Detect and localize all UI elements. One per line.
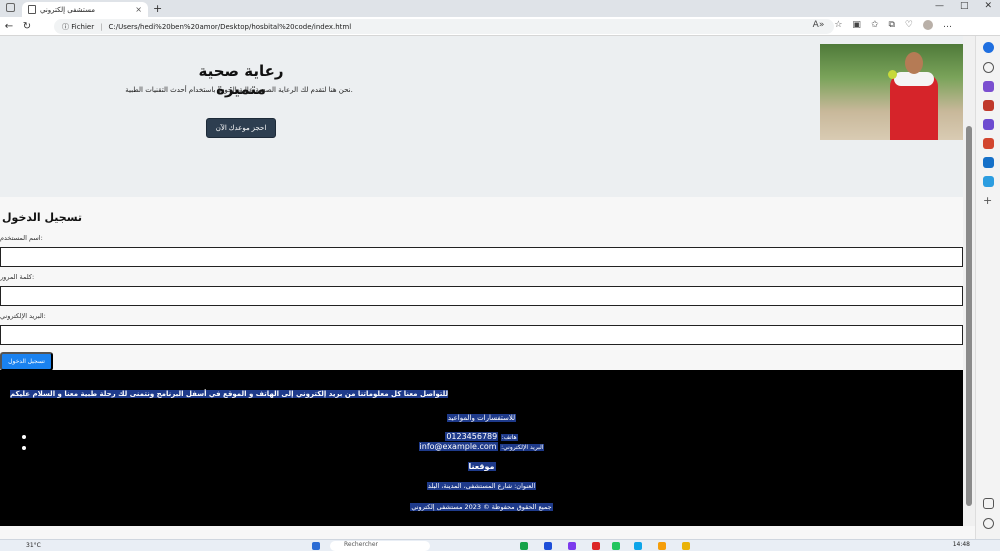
add-icon[interactable]: + [983, 195, 994, 207]
username-input[interactable] [0, 247, 963, 267]
url-field[interactable]: ⓘ Fichier | C:/Users/hedi%20ben%20amor/D… [54, 19, 834, 34]
more-menu-icon[interactable]: … [943, 20, 952, 30]
location-title: موقعنا [467, 462, 496, 471]
phone-value: 0123456789 [445, 432, 499, 441]
email-input[interactable] [0, 325, 963, 345]
tab-actions-icon[interactable] [6, 3, 15, 12]
page-scrollbar[interactable] [963, 36, 975, 526]
avatar[interactable] [923, 20, 933, 30]
url-separator: | [100, 22, 103, 31]
email-label: :البريد الإلكتروني [0, 312, 46, 320]
favorite-star-icon[interactable]: ☆ [834, 20, 842, 30]
footer: للتواصل معنا كل معلوماتنا من بريد إلكترو… [0, 370, 963, 526]
search-icon[interactable] [983, 62, 994, 73]
os-taskbar: 31°C Rechercher 14:48 [0, 539, 1000, 551]
address-row: العنوان: شارع المستشفى، المدينة، البلد [0, 482, 963, 490]
book-appointment-button[interactable]: احجز موعدك الآن [206, 118, 276, 138]
favorites-icon[interactable]: ✩ [871, 20, 879, 30]
sidebar-layout-icon[interactable] [983, 498, 994, 509]
scrollbar-thumb[interactable] [966, 126, 972, 506]
copilot-icon[interactable] [983, 42, 994, 53]
maximize-icon[interactable]: □ [960, 1, 969, 11]
username-label: :اسم المستخدم [0, 234, 43, 242]
info-icon: ⓘ [62, 22, 72, 31]
outlook-icon[interactable] [983, 157, 994, 168]
app-icon[interactable] [592, 542, 600, 550]
ball-shape [888, 70, 897, 79]
shopping-icon[interactable] [983, 81, 994, 92]
tools-icon[interactable] [983, 100, 994, 111]
footer-email-value[interactable]: info@example.com [418, 442, 498, 451]
password-input[interactable] [0, 286, 963, 306]
weather-widget[interactable]: 31°C [26, 542, 41, 549]
password-label: :كلمة المرور [0, 273, 35, 281]
games-icon[interactable] [983, 119, 994, 130]
login-title: تسجيل الدخول [2, 211, 83, 224]
settings-gear-icon[interactable] [983, 518, 994, 529]
edge-sidebar: + [975, 36, 1000, 539]
clock[interactable]: 14:48 [953, 541, 970, 548]
browser-tab[interactable]: مستشفى إلكتروني × [22, 2, 148, 17]
app-icon[interactable] [658, 542, 666, 550]
app-icon[interactable] [544, 542, 552, 550]
read-aloud-icon[interactable]: A» [813, 20, 825, 30]
app-icon[interactable] [612, 542, 620, 550]
taskbar-search[interactable]: Rechercher [330, 541, 430, 551]
window-controls: — □ ✕ [935, 1, 992, 11]
tab-title: مستشفى إلكتروني [40, 5, 96, 14]
address-text: العنوان: شارع المستشفى، المدينة، البلد [426, 482, 537, 490]
collections-icon[interactable]: ⧉ [888, 20, 894, 30]
page-icon [28, 5, 36, 14]
page-viewport: رعاية صحية متميزة .نحن هنا لتقدم لك الرع… [0, 36, 963, 526]
app-icon[interactable] [634, 542, 642, 550]
location-title-row: موقعنا [0, 462, 963, 471]
back-icon[interactable]: ← [0, 21, 18, 32]
browser-tab-bar: مستشفى إلكتروني × + — □ ✕ [0, 0, 1000, 17]
hero-section: رعاية صحية متميزة .نحن هنا لتقدم لك الرع… [0, 36, 963, 197]
new-tab-button[interactable]: + [153, 2, 162, 15]
edge-app-icon[interactable] [520, 542, 528, 550]
url-text: C:/Users/hedi%20ben%20amor/Desktop/hosbi… [108, 22, 352, 31]
person-head-shape [905, 52, 923, 74]
app-icon[interactable] [682, 542, 690, 550]
copyright-text: جميع الحقوق محفوظة © 2023 مستشفى إلكترون… [410, 503, 553, 511]
footer-heading: للاستفسارات والمواعيد [446, 414, 517, 422]
phone-row: هاتف: 0123456789 [0, 432, 963, 441]
hero-subtitle: .نحن هنا لتقدم لك الرعاية الصحية عالية ا… [125, 86, 353, 94]
office-icon[interactable] [983, 138, 994, 149]
app-icon[interactable] [568, 542, 576, 550]
phone-label: هاتف: [500, 434, 518, 441]
footer-heading-row: للاستفسارات والمواعيد [0, 414, 963, 422]
close-tab-icon[interactable]: × [135, 5, 142, 14]
email-row: البريد الإلكتروني: info@example.com [0, 442, 963, 451]
url-scheme-label: Fichier [71, 22, 95, 31]
towel-shape [894, 72, 934, 86]
minimize-icon[interactable]: — [935, 1, 944, 11]
browser-toolbar: A» ☆ ▣ ✩ ⧉ ♡ … [813, 20, 952, 30]
refresh-icon[interactable]: ↻ [18, 21, 36, 32]
login-submit-button[interactable]: تسجيل الدخول [0, 352, 53, 371]
drop-icon[interactable] [983, 176, 994, 187]
footer-intro: للتواصل معنا كل معلوماتنا من بريد إلكترو… [10, 390, 449, 398]
hero-image [820, 44, 963, 140]
copyright-row: جميع الحقوق محفوظة © 2023 مستشفى إلكترون… [0, 503, 963, 511]
address-bar-row: ← ↻ ⓘ Fichier | C:/Users/hedi%20ben%20am… [0, 17, 1000, 36]
heart-icon[interactable]: ♡ [905, 20, 913, 30]
split-screen-icon[interactable]: ▣ [852, 20, 861, 30]
footer-email-label: البريد الإلكتروني: [500, 444, 545, 451]
close-window-icon[interactable]: ✕ [984, 1, 992, 11]
start-icon[interactable] [312, 542, 320, 550]
